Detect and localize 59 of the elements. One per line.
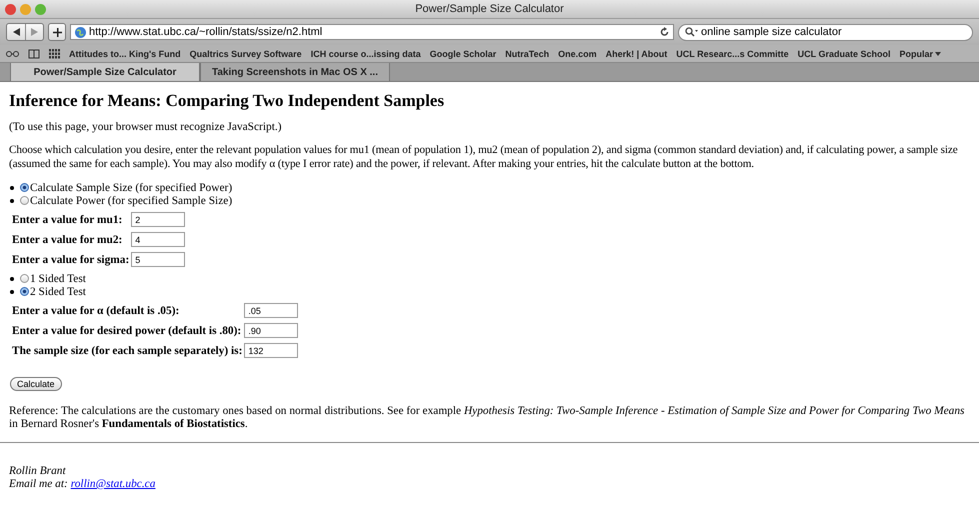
close-icon[interactable]	[5, 4, 16, 14]
bullet-icon	[10, 198, 14, 202]
input-field[interactable]: 2	[131, 212, 186, 227]
forward-icon[interactable]	[31, 28, 38, 36]
back-icon[interactable]	[12, 28, 20, 36]
bookmark-link[interactable]: Popular	[900, 48, 942, 58]
input-field[interactable]: 5	[131, 252, 186, 267]
bullet-icon	[10, 186, 14, 190]
reference-paragraph: Reference: The calculations are the customary ones based on normal distributions. See for example Hypothesis Testing: Two-Sample Inference - Estimation of Sample Size and Power for Comparing Two Means in Bernard Rosner's Fundamentals of Biostatistics.	[9, 405, 966, 431]
address-field[interactable]: http://www.stat.ubc.ca/~rollin/stats/ssize/n2.html	[70, 24, 674, 40]
page-heading: Inference for Means: Comparing Two Independent Samples	[9, 91, 446, 111]
browser-tab[interactable]: Power/Sample Size Calculator	[10, 63, 200, 81]
radio-button[interactable]	[20, 183, 29, 192]
input-field[interactable]: .05	[244, 303, 298, 318]
bookmark-link[interactable]: Aherk! | About	[606, 48, 668, 58]
grid-icon[interactable]	[49, 48, 60, 58]
reload-icon[interactable]	[660, 27, 669, 37]
glasses-icon[interactable]	[6, 50, 19, 58]
bookmark-link[interactable]: Attitudes to... King's Fund	[69, 48, 181, 58]
search-field[interactable]: online sample size calculator	[678, 24, 973, 40]
bookmark-link[interactable]: UCL Researc...s Committe	[676, 48, 789, 58]
field-label: Enter a value for α (default is .05):	[12, 304, 180, 318]
bookmark-link[interactable]: Google Scholar	[430, 48, 496, 58]
caret-icon	[935, 52, 942, 56]
input-field[interactable]: .90	[244, 323, 298, 338]
globe-icon	[75, 26, 86, 38]
radio-button[interactable]	[20, 196, 29, 205]
search-icon	[685, 27, 698, 37]
field-label: Enter a value for mu1:	[12, 212, 124, 227]
add-bookmark-button[interactable]	[48, 23, 66, 41]
bookmark-link[interactable]: ICH course o...issing data	[310, 48, 421, 58]
email-label: Email me at:	[9, 478, 68, 490]
bullet-icon	[10, 290, 14, 294]
field-label: Enter a value for desired power (default is .80):	[12, 324, 242, 338]
radio-label: 2 Sided Test	[30, 286, 86, 298]
note-text: (To use this page, your browser must recognize JavaScript.)	[9, 121, 283, 133]
radio-button[interactable]	[20, 274, 29, 283]
book-icon[interactable]	[28, 48, 40, 58]
radio-button[interactable]	[20, 287, 29, 296]
intro-paragraph: Choose which calculation you desire, enter the relevant population values for mu1 (mean of population 1), mu2 (mean of population 2), and sigma (common standard deviation) and, if calculating power, a sample size (assumed the same for each sample). You may also modify α (type I error rate) and the power, if relevant. After making your entries, hit the calculate button at the bottom.	[9, 143, 958, 171]
radio-label: Calculate Power (for specified Sample Size)	[30, 194, 232, 206]
bookmark-link[interactable]: NutraTech	[505, 48, 550, 58]
field-label: The sample size (for each sample separately) is:	[12, 344, 242, 358]
field-label: Enter a value for mu2:	[12, 232, 124, 247]
email-link[interactable]: rollin@stat.ubc.ca	[70, 478, 156, 490]
plus-icon	[52, 28, 62, 36]
window-title: Power/Sample Size Calculator	[415, 3, 564, 15]
bookmark-link[interactable]: UCL Graduate School	[798, 48, 891, 58]
browser-tab[interactable]: Taking Screenshots in Mac OS X ...	[200, 63, 390, 81]
bookmark-link[interactable]: Qualtrics Survey Software	[190, 48, 302, 58]
bullet-icon	[10, 276, 14, 280]
radio-label: 1 Sided Test	[30, 272, 86, 284]
radio-label: Calculate Sample Size (for specified Power)	[30, 182, 232, 194]
input-field[interactable]: 132	[244, 343, 298, 358]
input-field[interactable]: 4	[131, 232, 186, 247]
bookmark-link[interactable]: One.com	[558, 48, 597, 58]
author-name: Rollin Brant	[9, 465, 67, 478]
calculate-button[interactable]: Calculate	[10, 377, 62, 391]
field-label: Enter a value for sigma:	[12, 252, 130, 267]
